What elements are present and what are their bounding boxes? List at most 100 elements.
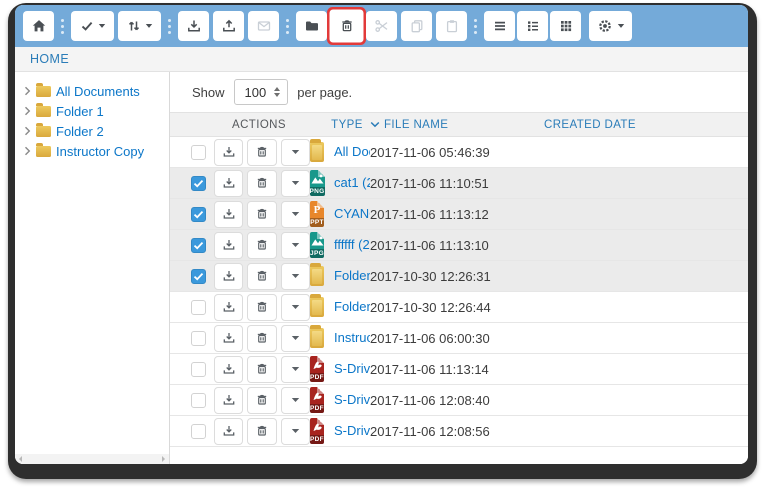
row-download-button[interactable] — [214, 325, 243, 352]
file-name-link[interactable]: S-Drive Advanced Configuration Gui... — [334, 392, 370, 407]
header-created-date[interactable]: CREATED DATE — [544, 119, 748, 131]
select-button[interactable] — [71, 11, 114, 41]
header-file-name[interactable]: FILE NAME — [370, 119, 544, 131]
row-delete-button[interactable] — [247, 387, 276, 414]
row-more-button[interactable] — [281, 356, 310, 383]
chevron-right-icon[interactable] — [24, 126, 31, 136]
row-more-button[interactable] — [281, 387, 310, 414]
sidebar-folder-item[interactable]: Folder 1 — [15, 101, 169, 121]
row-delete-button[interactable] — [247, 232, 276, 259]
detail-view-button[interactable] — [517, 11, 548, 41]
home-button[interactable] — [23, 11, 54, 41]
row-download-button[interactable] — [214, 263, 243, 290]
download-icon — [222, 362, 236, 376]
table-body: All Documents 2017-11-06 05:46:39 PNG ca… — [170, 137, 748, 447]
spinner-arrows[interactable] — [274, 87, 280, 98]
sidebar-folder-item[interactable]: All Documents — [15, 81, 169, 101]
per-page-value[interactable]: 100 — [245, 85, 267, 100]
table-row: PDF S-Drive Advanced Configuration Gui..… — [170, 385, 748, 416]
row-checkbox[interactable] — [191, 393, 206, 408]
created-date: 2017-11-06 11:10:51 — [370, 176, 544, 191]
row-checkbox[interactable] — [191, 238, 206, 253]
file-icon-pdf: PDF — [310, 387, 324, 413]
row-delete-button[interactable] — [247, 325, 276, 352]
sidebar-folder-label[interactable]: Folder 2 — [56, 124, 104, 139]
row-more-button[interactable] — [281, 418, 310, 445]
row-more-button[interactable] — [281, 139, 310, 166]
row-delete-button[interactable] — [247, 263, 276, 290]
delete-button[interactable] — [331, 11, 362, 41]
row-delete-button[interactable] — [247, 139, 276, 166]
per-page-spinner[interactable]: 100 — [234, 79, 289, 105]
row-more-button[interactable] — [281, 170, 310, 197]
row-delete-button[interactable] — [247, 418, 276, 445]
new-folder-button[interactable] — [296, 11, 327, 41]
file-list-panel: Show 100 per page. ACTIONS TYPE FILE NAM… — [170, 72, 748, 464]
sidebar-scrollbar[interactable] — [15, 454, 169, 464]
file-name-link[interactable]: S-Drive Advanced Configuration Gui... — [334, 361, 370, 376]
file-name-link[interactable]: CYANGATE.pptx — [334, 206, 370, 221]
list-view-button[interactable] — [484, 11, 515, 41]
chevron-right-icon[interactable] — [24, 106, 31, 116]
file-name-link[interactable]: Folder 1 — [334, 268, 370, 283]
file-name-link[interactable]: Folder 2 — [334, 299, 370, 314]
row-checkbox[interactable] — [191, 424, 206, 439]
file-icon-ppt: PPPT — [310, 201, 324, 227]
download-icon — [222, 176, 236, 190]
sidebar-folder-item[interactable]: Instructor Copy — [15, 141, 169, 161]
sidebar-folder-item[interactable]: Folder 2 — [15, 121, 169, 141]
row-checkbox[interactable] — [191, 331, 206, 346]
file-name-link[interactable]: All Documents — [334, 144, 370, 159]
row-download-button[interactable] — [214, 232, 243, 259]
row-more-button[interactable] — [281, 263, 310, 290]
row-delete-button[interactable] — [247, 170, 276, 197]
folder-icon — [310, 142, 324, 162]
row-delete-button[interactable] — [247, 201, 276, 228]
row-checkbox[interactable] — [191, 176, 206, 191]
file-name-link[interactable]: ffffff (2).jpg — [334, 237, 370, 252]
caret-down-icon — [291, 397, 300, 403]
row-delete-button[interactable] — [247, 294, 276, 321]
sidebar-folder-label[interactable]: All Documents — [56, 84, 140, 99]
download-button[interactable] — [178, 11, 209, 41]
row-more-button[interactable] — [281, 294, 310, 321]
sidebar-folder-label[interactable]: Instructor Copy — [56, 144, 144, 159]
created-date: 2017-11-06 12:08:56 — [370, 424, 544, 439]
row-more-button[interactable] — [281, 325, 310, 352]
row-more-button[interactable] — [281, 232, 310, 259]
sidebar-folder-label[interactable]: Folder 1 — [56, 104, 104, 119]
chevron-right-icon[interactable] — [24, 86, 31, 96]
row-checkbox[interactable] — [191, 207, 206, 222]
row-download-button[interactable] — [214, 201, 243, 228]
grid-view-button[interactable] — [550, 11, 581, 41]
spinner-up-icon[interactable] — [274, 87, 280, 91]
row-download-button[interactable] — [214, 387, 243, 414]
folder-tree-sidebar: All Documents Folder 1 Folder 2 Instruct… — [15, 72, 170, 464]
row-download-button[interactable] — [214, 418, 243, 445]
row-checkbox[interactable] — [191, 300, 206, 315]
trash-icon — [255, 393, 269, 407]
file-name-link[interactable]: cat1 (2).png — [334, 175, 370, 190]
sort-icon — [127, 19, 141, 33]
row-checkbox[interactable] — [191, 269, 206, 284]
table-row: Instructor Copy 2017-11-06 06:00:30 — [170, 323, 748, 354]
settings-button[interactable] — [589, 11, 632, 41]
file-name-link[interactable]: S-Drive User Guide 1.28.pdf — [334, 423, 370, 438]
row-download-button[interactable] — [214, 356, 243, 383]
chevron-right-icon[interactable] — [24, 146, 31, 156]
row-checkbox[interactable] — [191, 145, 206, 160]
row-download-button[interactable] — [214, 294, 243, 321]
breadcrumb-home-link[interactable]: HOME — [30, 52, 69, 66]
row-delete-button[interactable] — [247, 356, 276, 383]
row-checkbox[interactable] — [191, 362, 206, 377]
file-name-link[interactable]: Instructor Copy — [334, 330, 370, 345]
upload-button[interactable] — [213, 11, 244, 41]
row-download-button[interactable] — [214, 139, 243, 166]
row-more-button[interactable] — [281, 201, 310, 228]
table-row: PDF S-Drive Advanced Configuration Gui..… — [170, 354, 748, 385]
folder-icon — [310, 266, 324, 286]
row-download-button[interactable] — [214, 170, 243, 197]
spinner-down-icon[interactable] — [274, 93, 280, 97]
sort-button[interactable] — [118, 11, 161, 41]
header-type[interactable]: TYPE — [324, 119, 370, 131]
